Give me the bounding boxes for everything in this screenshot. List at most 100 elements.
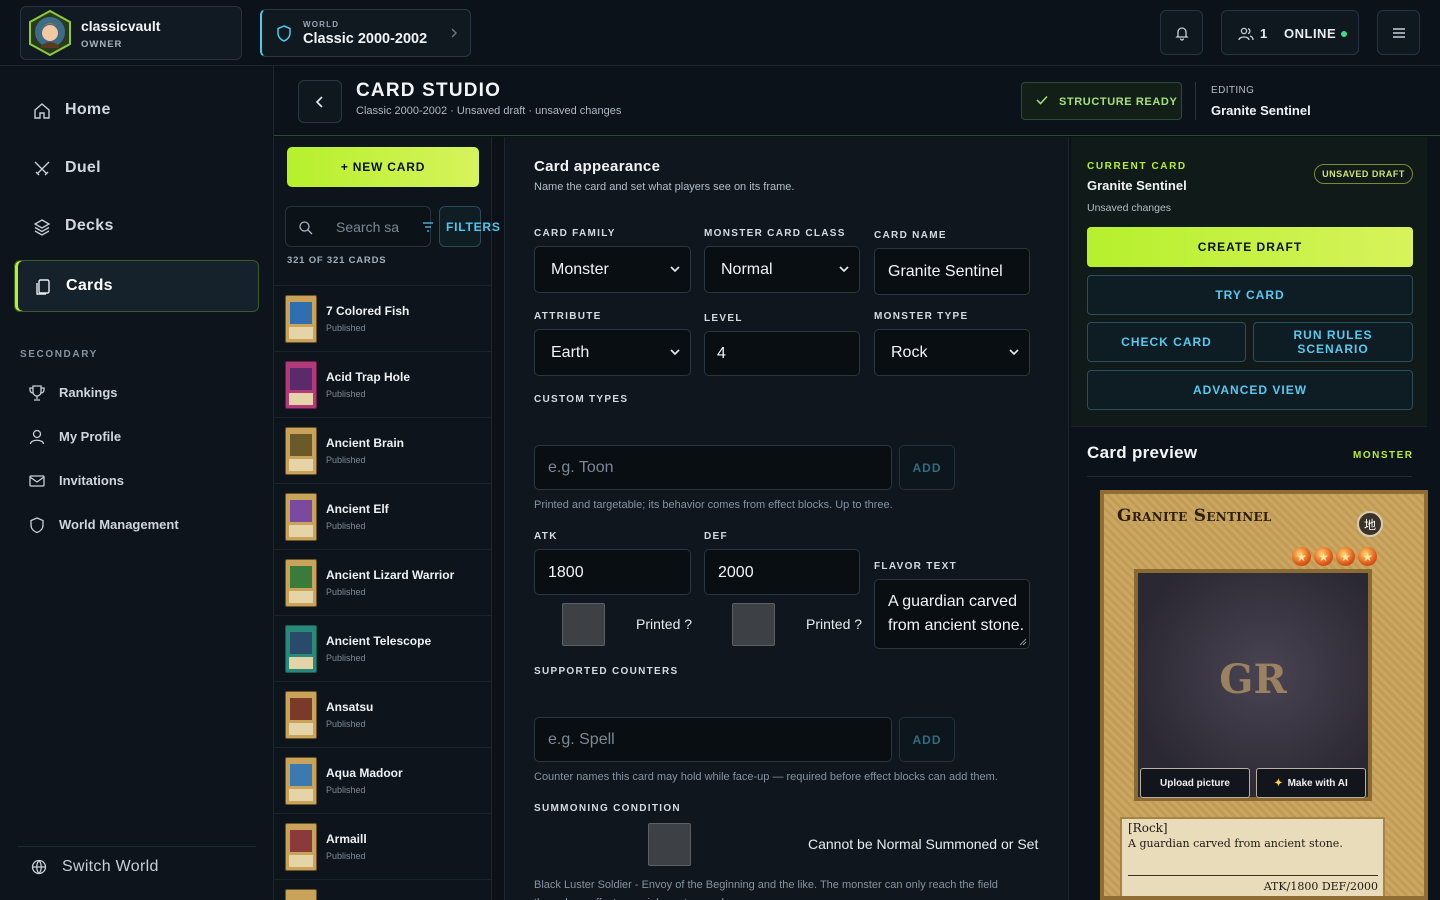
search-placeholder: Search sa	[336, 219, 400, 235]
advanced-view-button[interactable]: ADVANCED VIEW	[1087, 370, 1413, 410]
chevron-down-icon	[670, 349, 680, 356]
flavor-text-label: FLAVOR TEXT	[874, 561, 958, 572]
nav-label: Home	[65, 101, 111, 118]
card-list-item[interactable]: Ancient Lizard Warrior Published	[274, 549, 491, 615]
card-thumbnail-art	[290, 302, 312, 324]
card-list-item[interactable]: Ancient Elf Published	[274, 483, 491, 549]
run-rules-scenario-button[interactable]: RUN RULES SCENARIO	[1253, 322, 1413, 362]
def-printed-label: Printed ?	[806, 616, 863, 632]
switch-world-button[interactable]: Switch World	[30, 856, 250, 880]
card-family-select[interactable]: Monster	[534, 246, 691, 293]
cards-icon	[33, 277, 53, 297]
card-status: Published	[326, 323, 366, 333]
shield-icon	[276, 25, 292, 42]
card-name-label: CARD NAME	[874, 230, 947, 241]
new-card-button[interactable]: + NEW CARD	[287, 147, 479, 187]
online-users-button[interactable]: 1 ONLINE	[1221, 10, 1359, 55]
card-thumbnail	[285, 361, 317, 409]
card-list-item[interactable]: Acid Trap Hole Published	[274, 351, 491, 417]
card-thumbnail	[285, 493, 317, 541]
make-with-ai-button[interactable]: ✦ Make with AI	[1256, 768, 1366, 798]
resize-handle-icon[interactable]	[1019, 638, 1027, 646]
page-subtitle: Classic 2000-2002 · Unsaved draft · unsa…	[356, 105, 622, 117]
card-thumbnail	[285, 889, 317, 900]
nav-label: My Profile	[59, 429, 122, 444]
card-name-input[interactable]: Granite Sentinel	[874, 248, 1030, 295]
notifications-button[interactable]	[1160, 10, 1203, 55]
card-preview-type-tag: MONSTER	[1353, 450, 1414, 461]
card-name: Ancient Lizard Warrior	[326, 568, 455, 582]
create-draft-button[interactable]: CREATE DRAFT	[1087, 227, 1413, 267]
monster-class-select[interactable]: Normal	[704, 246, 860, 293]
nav-duel[interactable]: Duel	[14, 143, 259, 195]
card-appearance-form: Card appearance Name the card and set wh…	[504, 137, 1069, 900]
user-role: OWNER	[81, 39, 123, 50]
nav-home[interactable]: Home	[14, 85, 259, 137]
summoning-condition-hint: Black Luster Soldier - Envoy of the Begi…	[534, 879, 998, 900]
structure-status-text: STRUCTURE READY	[1059, 96, 1178, 108]
card-flavor-text: A guardian carved from ancient stone.	[1128, 837, 1343, 850]
atk-printed-checkbox[interactable]	[562, 603, 605, 646]
user-icon	[26, 427, 48, 447]
card-list-item[interactable]: Ancient Brain Published	[274, 417, 491, 483]
card-name: 7 Colored Fish	[326, 304, 410, 318]
level-star-icon: ★	[1292, 547, 1311, 566]
card-status: Published	[326, 521, 366, 531]
search-input[interactable]: Search sa	[285, 206, 431, 247]
nav-decks[interactable]: Decks	[14, 201, 259, 253]
custom-types-hint: Printed and targetable; its behavior com…	[534, 499, 893, 511]
custom-types-input[interactable]: e.g. Toon	[534, 445, 892, 490]
card-list-item[interactable]: Armaill Published	[274, 813, 491, 879]
world-label: WORLD	[303, 20, 340, 29]
nav-cards[interactable]: Cards	[14, 260, 259, 312]
level-input[interactable]: 4	[704, 331, 860, 376]
current-card-status: Unsaved changes	[1087, 202, 1172, 214]
nav-world-management[interactable]: World Management	[26, 510, 256, 540]
structure-status-badge: STRUCTURE READY	[1021, 82, 1182, 120]
try-card-button[interactable]: TRY CARD	[1087, 275, 1413, 315]
card-list-item[interactable]	[274, 879, 491, 900]
card-thumbnail-textbox	[289, 591, 313, 603]
counters-input[interactable]: e.g. Spell	[534, 717, 892, 762]
current-card-label: CURRENT CARD	[1087, 161, 1187, 172]
upload-picture-button[interactable]: Upload picture	[1140, 768, 1250, 798]
card-thumbnail-textbox	[289, 789, 313, 801]
online-label: ONLINE	[1284, 26, 1337, 41]
nav-label: Rankings	[59, 385, 118, 400]
card-list-item[interactable]: Aqua Madoor Published	[274, 747, 491, 813]
nav-invitations[interactable]: Invitations	[26, 466, 256, 496]
add-custom-type-button[interactable]: ADD	[899, 445, 955, 490]
summoning-condition-checkbox[interactable]	[648, 823, 691, 866]
check-card-button[interactable]: CHECK CARD	[1087, 322, 1246, 362]
atk-value: 1800	[548, 564, 584, 581]
card-list-item[interactable]: Ancient Telescope Published	[274, 615, 491, 681]
flavor-text-input[interactable]: A guardian carved from ancient stone.	[874, 579, 1030, 649]
custom-types-label: CUSTOM TYPES	[534, 394, 629, 405]
card-name: Ancient Brain	[326, 436, 405, 450]
card-list-item[interactable]: Ansatsu Published	[274, 681, 491, 747]
world-selector[interactable]: WORLD Classic 2000-2002	[260, 9, 471, 57]
sidebar: Home Duel Decks Cards SECONDARY Rankings…	[0, 66, 274, 900]
nav-rankings[interactable]: Rankings	[26, 378, 256, 408]
card-list: 7 Colored Fish Published Acid Trap Hole Pu…	[274, 285, 491, 900]
card-name: Ansatsu	[326, 700, 374, 714]
nav-my-profile[interactable]: My Profile	[26, 422, 256, 452]
user-card[interactable]: classicvault OWNER	[20, 6, 242, 60]
filter-icon	[422, 221, 434, 233]
add-counter-button[interactable]: ADD	[899, 717, 955, 762]
card-text-box: [Rock] A guardian carved from ancient st…	[1120, 817, 1385, 896]
back-button[interactable]	[298, 80, 342, 123]
def-input[interactable]: 2000	[704, 549, 860, 595]
filters-button[interactable]: FILTERS	[423, 206, 500, 247]
editing-card-name: Granite Sentinel	[1211, 103, 1311, 118]
monster-type-select[interactable]: Rock	[874, 329, 1030, 376]
atk-printed-label: Printed ?	[636, 616, 693, 632]
def-printed-checkbox[interactable]	[732, 603, 775, 646]
menu-button[interactable]	[1377, 10, 1420, 55]
attribute-select[interactable]: Earth	[534, 329, 691, 376]
card-list-item[interactable]: 7 Colored Fish Published	[274, 285, 491, 351]
level-star-icon: ★	[1336, 547, 1355, 566]
atk-input[interactable]: 1800	[534, 549, 691, 595]
divider	[1087, 476, 1412, 477]
counters-placeholder: e.g. Spell	[548, 731, 615, 748]
